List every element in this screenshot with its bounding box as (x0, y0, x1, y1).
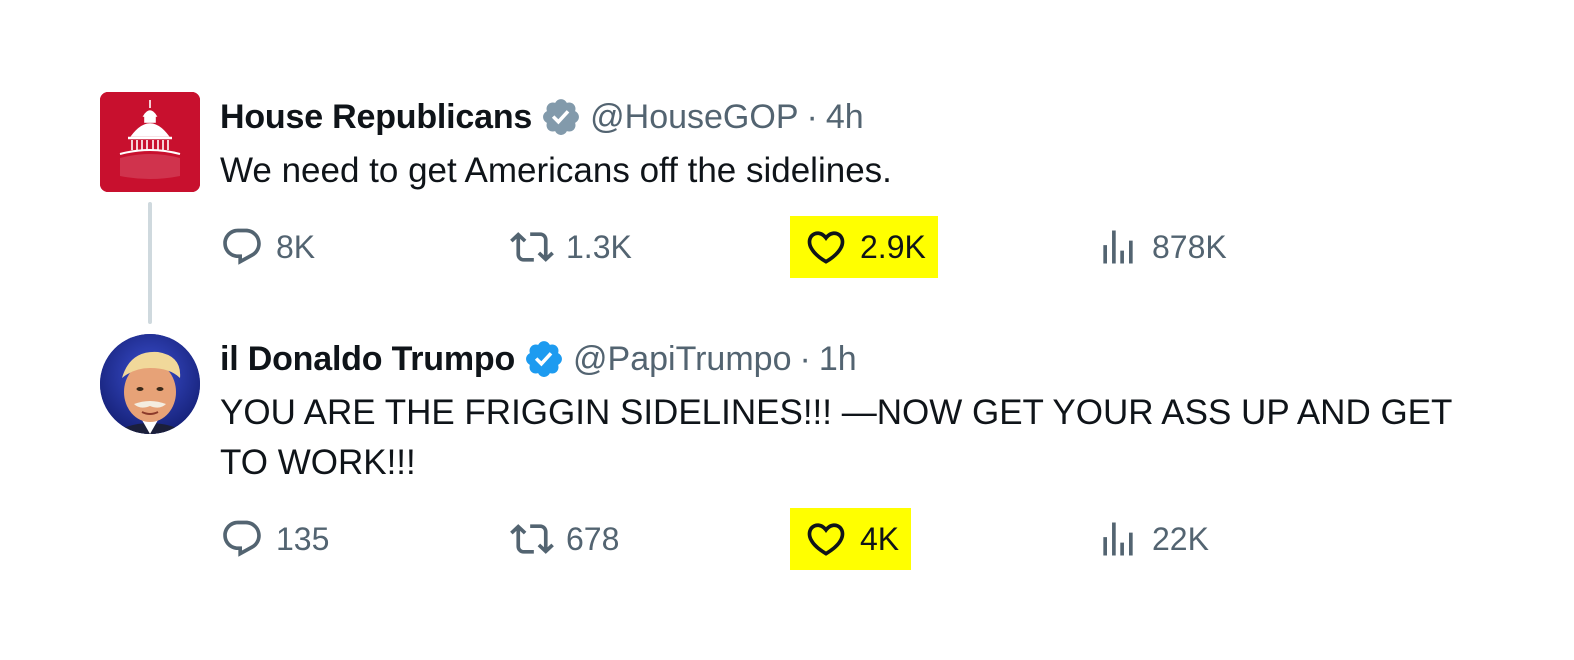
retweet-icon (510, 517, 554, 561)
reply-bubble-icon (220, 517, 264, 561)
like-count: 2.9K (860, 228, 926, 265)
retweet-button[interactable]: 678 (510, 508, 619, 570)
reply-button[interactable]: 8K (220, 216, 315, 278)
analytics-bars-icon (1096, 225, 1140, 269)
tweet-actions: 8K 1.3K 2.9K 878K (220, 216, 1500, 278)
verified-badge-icon (540, 96, 582, 138)
separator-dot: · (806, 98, 818, 136)
reply-count: 8K (276, 228, 316, 265)
author-name[interactable]: il Donaldo Trumpo (220, 334, 515, 384)
tweet-time[interactable]: 4h (826, 92, 864, 142)
views-button[interactable]: 878K (1096, 216, 1227, 278)
retweet-count: 1.3K (566, 228, 632, 265)
retweet-count: 678 (566, 520, 620, 557)
like-count: 4K (860, 520, 900, 557)
author-name[interactable]: House Republicans (220, 92, 532, 142)
house-gop-logo (100, 92, 200, 192)
heart-icon (804, 225, 848, 269)
author-handle[interactable]: @HouseGOP (590, 92, 798, 142)
tweet-header: il Donaldo Trumpo @PapiTrumpo · 1h (220, 334, 1500, 384)
retweet-icon (510, 225, 554, 269)
retweet-button[interactable]: 1.3K (510, 216, 632, 278)
views-count: 878K (1152, 228, 1227, 265)
like-button[interactable]: 4K (790, 508, 912, 570)
analytics-bars-icon (1096, 517, 1140, 561)
tweet-time[interactable]: 1h (819, 334, 857, 384)
like-button[interactable]: 2.9K (790, 216, 938, 278)
reply-bubble-icon (220, 225, 264, 269)
author-handle[interactable]: @PapiTrumpo (573, 334, 791, 384)
profile-photo (100, 334, 200, 434)
tweet-actions: 135 678 4K 22K (220, 508, 1500, 570)
reply-button[interactable]: 135 (220, 508, 329, 570)
tweet-text: We need to get Americans off the sidelin… (220, 151, 892, 190)
separator-dot: · (799, 340, 811, 378)
thread-connector-line (148, 202, 152, 324)
avatar[interactable] (100, 92, 200, 192)
heart-icon (804, 517, 848, 561)
views-count: 22K (1152, 520, 1209, 557)
reply-count: 135 (276, 520, 330, 557)
verified-badge-icon (523, 338, 565, 380)
tweet-text: YOU ARE THE FRIGGIN SIDELINES!!! —NOW GE… (220, 393, 1452, 482)
tweet-header: House Republicans @HouseGOP · 4h (220, 92, 1500, 142)
views-button[interactable]: 22K (1096, 508, 1209, 570)
avatar[interactable] (100, 334, 200, 434)
